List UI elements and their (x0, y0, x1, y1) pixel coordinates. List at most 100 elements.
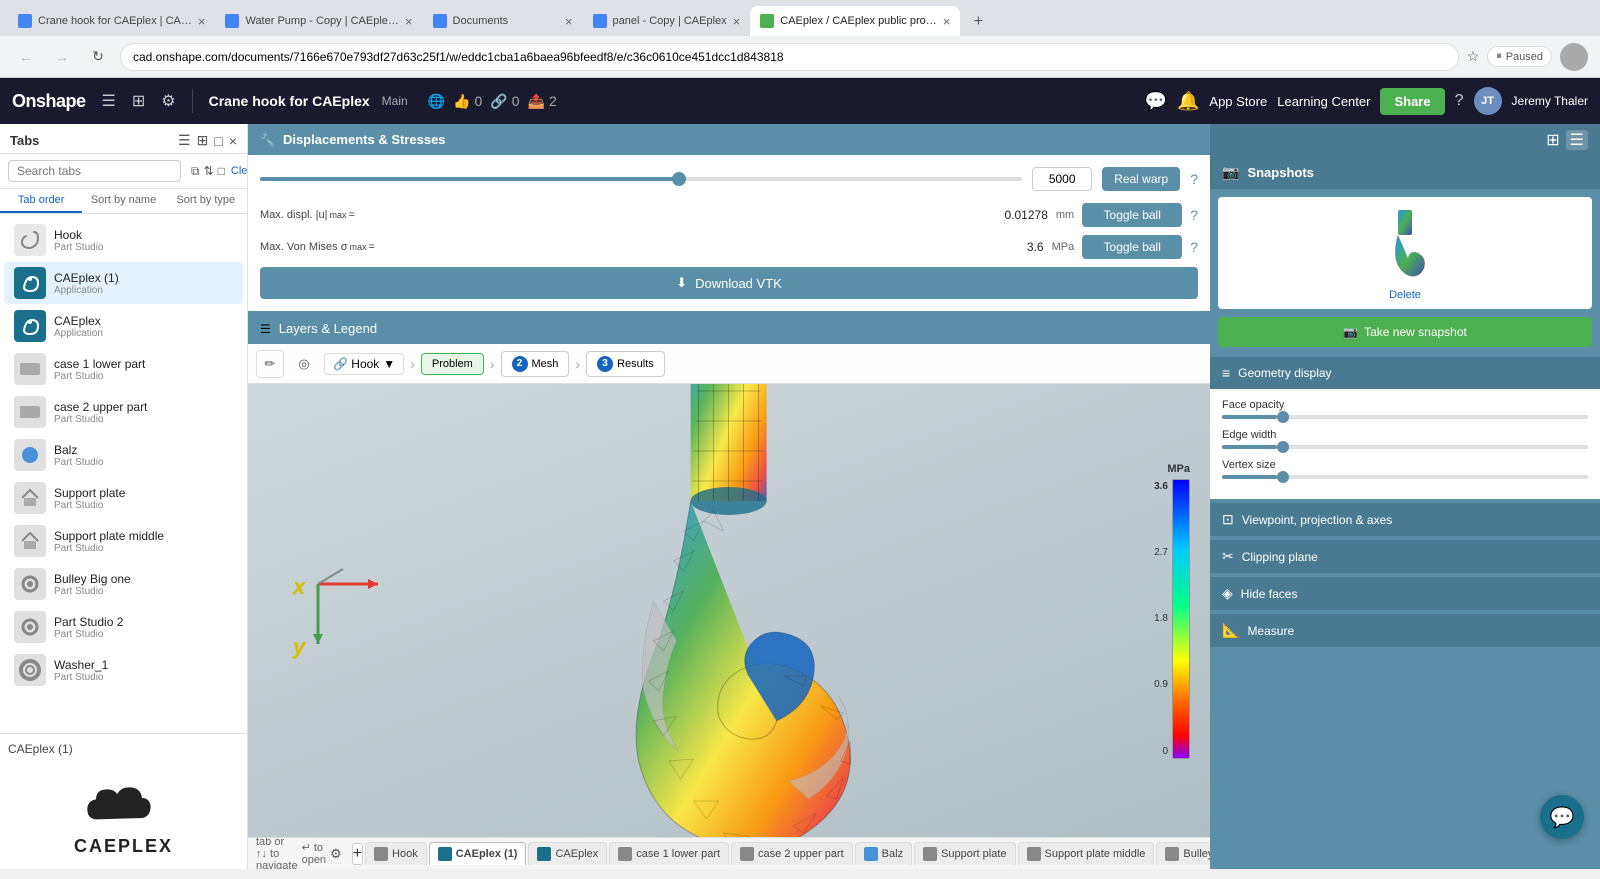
grid-view-icon[interactable]: ⊞ (197, 132, 209, 149)
onshape-logo[interactable]: Onshape (12, 91, 86, 112)
results-step[interactable]: 3 Results (586, 351, 665, 377)
likes-item[interactable]: 👍 0 (453, 93, 482, 110)
hamburger-icon[interactable]: ☰ (98, 87, 120, 115)
sidebar-more-icon[interactable]: □ (214, 133, 222, 149)
tab-close-3[interactable]: × (565, 14, 573, 29)
sidebar-item-case1[interactable]: case 1 lower part Part Studio (4, 348, 243, 390)
slider-help-icon[interactable]: ? (1190, 171, 1198, 187)
sidebar-search-input[interactable] (8, 160, 181, 182)
sidebar-item-hook[interactable]: Hook Part Studio (4, 219, 243, 261)
browser-tab-3[interactable]: Documents × (423, 6, 583, 36)
bookmark-icon[interactable]: ☆ (1467, 48, 1480, 65)
copy-icon[interactable]: ⧉ (191, 164, 200, 179)
bottom-tab-caeplex[interactable]: CAEplex (528, 842, 607, 865)
main-slider-thumb[interactable] (672, 172, 686, 186)
sort-by-name-option[interactable]: Sort by name (82, 189, 164, 213)
chat-bubble[interactable]: 💬 (1540, 795, 1584, 839)
tab-close-2[interactable]: × (405, 14, 413, 29)
panel-grid-icon[interactable]: ⊞ (1546, 130, 1559, 150)
bell-icon[interactable]: 🔔 (1177, 91, 1199, 112)
slider-value-input[interactable] (1032, 167, 1092, 191)
browser-tab-4[interactable]: panel - Copy | CAEplex × (583, 6, 751, 36)
face-opacity-thumb[interactable] (1277, 411, 1289, 423)
user-name[interactable]: Jeremy Thaler (1512, 94, 1588, 108)
exports-item[interactable]: 📤 2 (528, 93, 557, 110)
bottom-tab-caeplex1[interactable]: CAEplex (1) (429, 842, 527, 865)
download-vtk-button[interactable]: ⬇ Download VTK (260, 267, 1198, 299)
list-view-icon[interactable]: ☰ (178, 132, 191, 149)
mesh-step[interactable]: 2 Mesh (501, 351, 570, 377)
geometry-display-header[interactable]: ≡ Geometry display (1210, 357, 1600, 389)
settings-icon[interactable]: ⚙ (157, 87, 179, 115)
sidebar-item-caeplex1[interactable]: CAEplex (1) Application (4, 262, 243, 304)
toggle-ball-button-2[interactable]: Toggle ball (1082, 235, 1182, 259)
back-button[interactable]: ← (12, 43, 40, 71)
hook-dropdown[interactable]: 🔗 Hook ▼ (324, 353, 404, 375)
layers-panel[interactable]: ☰ Layers & Legend (248, 313, 1210, 344)
grid-icon[interactable]: ⊞ (128, 87, 149, 115)
forward-button[interactable]: → (48, 43, 76, 71)
sidebar-item-balz[interactable]: Balz Part Studio (4, 434, 243, 476)
tab-close-5[interactable]: × (943, 14, 951, 29)
chat-nav-icon[interactable]: 💬 (1145, 91, 1167, 112)
view-icon-btn[interactable]: ◎ (290, 350, 318, 378)
toggle-ball-help-2[interactable]: ? (1190, 239, 1198, 255)
sidebar-item-part-studio-2[interactable]: Part Studio 2 Part Studio (4, 606, 243, 648)
bottom-tab-case2[interactable]: case 2 upper part (731, 842, 853, 865)
browser-tab-1[interactable]: Crane hook for CAEplex | CA… × (8, 6, 215, 36)
links-item[interactable]: 🔗 0 (490, 93, 519, 110)
sort-by-type-option[interactable]: Sort by type (165, 189, 247, 213)
help-icon[interactable]: ? (1455, 92, 1464, 110)
globe-icon[interactable]: 🌐 (428, 93, 445, 110)
sidebar-item-case2[interactable]: case 2 upper part Part Studio (4, 391, 243, 433)
bottom-settings-icon[interactable]: ⚙ (330, 846, 342, 862)
take-snapshot-button[interactable]: 📷 Take new snapshot (1218, 317, 1592, 347)
problem-step[interactable]: Problem (421, 353, 484, 375)
main-slider[interactable] (260, 177, 1022, 181)
bottom-tab-balz[interactable]: Balz (855, 842, 912, 865)
viewport[interactable]: x y (248, 384, 1210, 837)
share-button[interactable]: Share (1380, 88, 1444, 115)
sort-icon[interactable]: ⇅ (204, 164, 214, 179)
edge-width-thumb[interactable] (1277, 441, 1289, 453)
tab-order-option[interactable]: Tab order (0, 189, 82, 213)
delete-snapshot-btn[interactable]: Delete (1389, 289, 1421, 301)
learning-center-btn[interactable]: Learning Center (1277, 94, 1370, 109)
sidebar-item-washer1[interactable]: Washer_1 Part Studio (4, 649, 243, 691)
face-opacity-track[interactable] (1222, 415, 1588, 419)
new-doc-icon[interactable]: □ (218, 164, 225, 179)
viewpoint-header[interactable]: ⊡ Viewpoint, projection & axes (1210, 503, 1600, 536)
clipping-plane-header[interactable]: ✂ Clipping plane (1210, 540, 1600, 573)
sidebar-item-support-plate[interactable]: Support plate Part Studio (4, 477, 243, 519)
vertex-size-track[interactable] (1222, 475, 1588, 479)
toggle-ball-help-1[interactable]: ? (1190, 207, 1198, 223)
browser-tab-2[interactable]: Water Pump - Copy | CAEple… × (215, 6, 422, 36)
real-warp-button[interactable]: Real warp (1102, 167, 1180, 191)
bottom-tab-support-plate-middle[interactable]: Support plate middle (1018, 842, 1155, 865)
sidebar-item-bulley[interactable]: Bulley Big one Part Studio (4, 563, 243, 605)
vertex-size-thumb[interactable] (1277, 471, 1289, 483)
tab-close-4[interactable]: × (733, 14, 741, 29)
user-profile-button[interactable] (1560, 43, 1588, 71)
tab-close-1[interactable]: × (198, 14, 206, 29)
sidebar-close-icon[interactable]: × (229, 133, 237, 149)
bottom-tab-case1[interactable]: case 1 lower part (609, 842, 729, 865)
panel-list-icon[interactable]: ☰ (1566, 130, 1588, 150)
sidebar-item-support-plate-middle[interactable]: Support plate middle Part Studio (4, 520, 243, 562)
sidebar-item-caeplex[interactable]: CAEplex Application (4, 305, 243, 347)
edit-icon-btn[interactable]: ✏ (256, 350, 284, 378)
paused-badge[interactable]: ⏸ Paused (1487, 46, 1552, 67)
new-tab-button[interactable]: + (964, 8, 992, 36)
app-store-btn[interactable]: App Store (1209, 94, 1267, 109)
bottom-tab-support-plate[interactable]: Support plate (914, 842, 1015, 865)
hide-faces-header[interactable]: ◈ Hide faces (1210, 577, 1600, 610)
bottom-tab-bulley[interactable]: Bulley Big one (1156, 842, 1210, 865)
user-avatar[interactable]: JT (1474, 87, 1502, 115)
edge-width-track[interactable] (1222, 445, 1588, 449)
browser-tab-5[interactable]: CAEplex / CAEplex public pro… × (750, 6, 960, 36)
toggle-ball-button-1[interactable]: Toggle ball (1082, 203, 1182, 227)
bottom-add-btn[interactable]: + (352, 843, 363, 865)
bottom-tab-hook[interactable]: Hook (365, 842, 427, 865)
reload-button[interactable]: ↻ (84, 43, 112, 71)
measure-header[interactable]: 📐 Measure (1210, 614, 1600, 647)
